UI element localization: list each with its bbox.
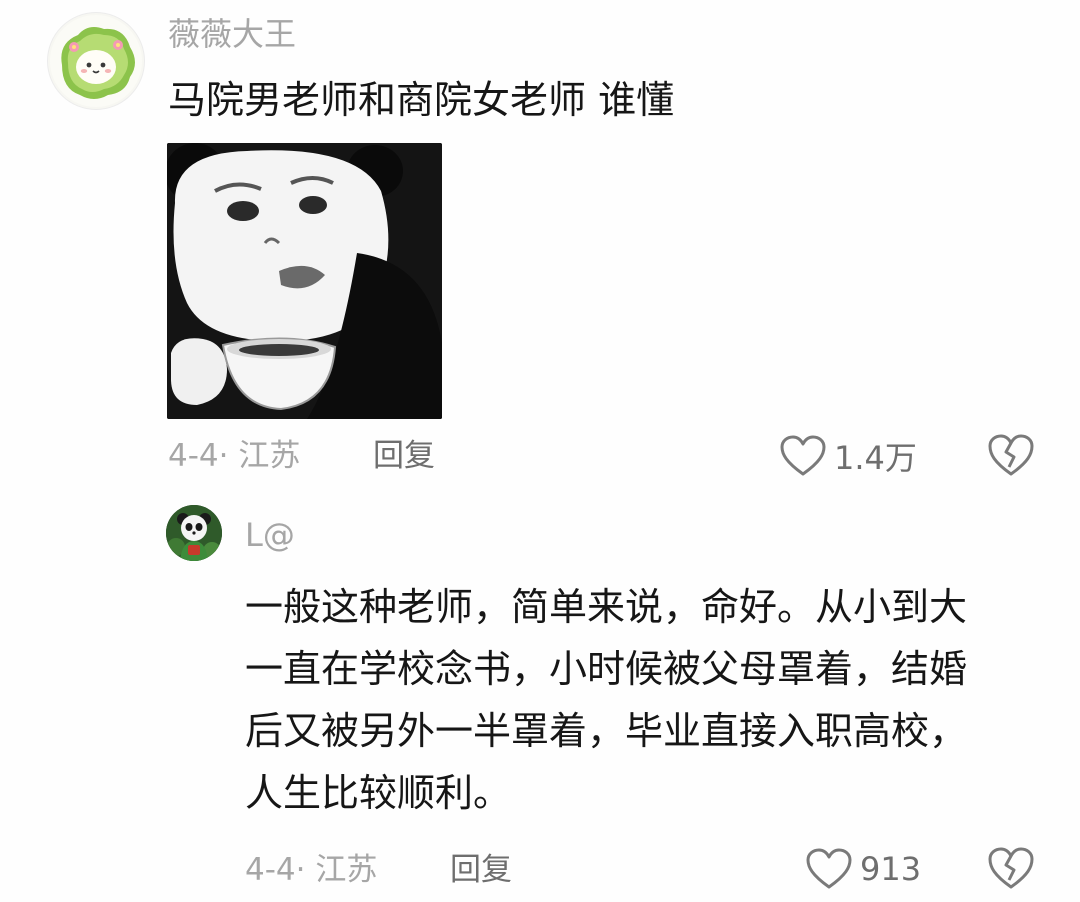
broken-heart-icon xyxy=(988,434,1034,476)
user-avatar[interactable] xyxy=(47,12,145,110)
reply-button[interactable]: 回复 xyxy=(450,850,512,890)
panda-character-icon xyxy=(166,505,222,561)
heart-icon xyxy=(780,435,826,476)
like-button[interactable]: 1.4万 xyxy=(780,434,917,478)
user-avatar[interactable] xyxy=(166,505,222,561)
comment-item: 薇薇大王 马院男老师和商院女老师 谁懂 4-4· 江苏 回复 1.4万 xyxy=(0,0,1080,490)
meme-sticker-image[interactable] xyxy=(167,143,442,419)
comment-text-line: 人生比较顺利。 xyxy=(245,771,512,815)
reply-button[interactable]: 回复 xyxy=(373,436,435,476)
cabbage-character-icon xyxy=(50,15,142,107)
comment-text: 一般这种老师，简单来说，命好。从小到大 一直在学校念书，小时候被父母罩着，结婚 … xyxy=(245,576,1035,824)
like-count: 913 xyxy=(860,850,922,888)
reply-comment-item: L@ 一般这种老师，简单来说，命好。从小到大 一直在学校念书，小时候被父母罩着，… xyxy=(0,490,1080,902)
heart-icon xyxy=(806,848,852,889)
comment-date-location: 4-4· 江苏 xyxy=(245,852,378,888)
comment-date-location: 4-4· 江苏 xyxy=(168,438,301,474)
comment-text-line: 一般这种老师，简单来说，命好。从小到大 xyxy=(245,585,968,629)
comment-text-line: 一直在学校念书，小时候被父母罩着，结婚 xyxy=(245,647,968,691)
like-button[interactable]: 913 xyxy=(806,847,921,891)
comment-text: 马院男老师和商院女老师 谁懂 xyxy=(168,78,675,122)
like-count: 1.4万 xyxy=(834,439,917,477)
username[interactable]: 薇薇大王 xyxy=(168,14,296,54)
dislike-button[interactable] xyxy=(988,846,1034,890)
panda-meme-icon xyxy=(167,143,442,419)
username[interactable]: L@ xyxy=(245,515,295,555)
dislike-button[interactable] xyxy=(988,433,1034,477)
broken-heart-icon xyxy=(988,847,1034,889)
comment-text-line: 后又被另外一半罩着，毕业直接入职高校， xyxy=(245,709,968,753)
